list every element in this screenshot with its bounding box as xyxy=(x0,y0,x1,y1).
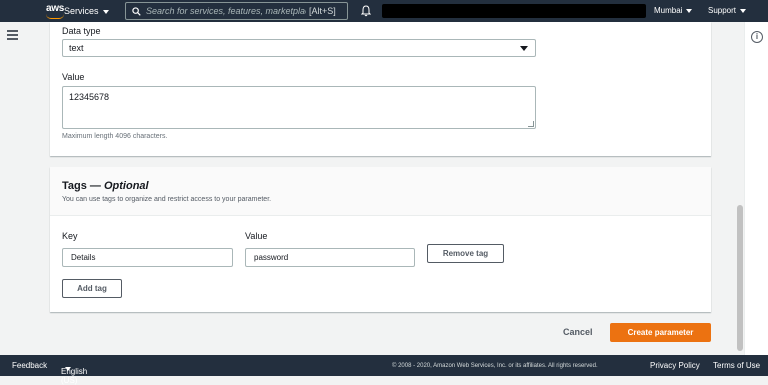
footer-bar: Feedback English (US) © 2008 - 2020, Ama… xyxy=(0,355,768,385)
data-type-select[interactable]: text xyxy=(62,39,536,57)
tag-value-input[interactable]: password xyxy=(245,248,415,267)
info-icon[interactable]: i xyxy=(751,31,763,43)
tag-value-label: Value xyxy=(245,231,268,241)
caret-down-icon xyxy=(740,8,747,13)
redacted-account-info xyxy=(382,4,646,18)
services-menu-button[interactable]: Services xyxy=(64,6,109,16)
create-parameter-button[interactable]: Create parameter xyxy=(610,323,711,342)
search-shortcut: [Alt+S] xyxy=(309,6,336,16)
tag-value-value: password xyxy=(254,253,289,262)
value-label: Value xyxy=(62,72,85,82)
search-icon xyxy=(132,6,141,16)
caret-down-icon xyxy=(102,9,109,14)
top-navigation-bar: aws Services Search for services, featur… xyxy=(0,0,768,22)
value-text: 12345678 xyxy=(69,92,110,102)
tags-title: Tags — Optional xyxy=(62,180,149,192)
cancel-button[interactable]: Cancel xyxy=(563,327,593,337)
data-type-value: text xyxy=(69,43,84,53)
menu-icon[interactable] xyxy=(7,30,18,40)
resize-handle-icon[interactable] xyxy=(528,121,534,127)
aws-logo-text: aws xyxy=(46,3,65,14)
value-hint: Maximum length 4096 characters. xyxy=(62,133,168,140)
caret-down-icon xyxy=(520,46,528,51)
caret-down-icon xyxy=(65,367,71,371)
tags-description: You can use tags to organize and restric… xyxy=(62,196,272,203)
aws-logo-smile xyxy=(46,14,64,19)
support-menu[interactable]: Support xyxy=(708,6,747,15)
tags-panel-header xyxy=(50,167,711,216)
copyright-text: © 2008 - 2020, Amazon Web Services, Inc.… xyxy=(392,363,598,369)
search-input[interactable]: Search for services, features, marketpla… xyxy=(125,2,348,20)
scrollbar-thumb[interactable] xyxy=(737,205,743,351)
data-type-label: Data type xyxy=(62,26,101,36)
tag-key-label: Key xyxy=(62,231,78,241)
region-selector[interactable]: Mumbai xyxy=(654,6,693,15)
feedback-link[interactable]: Feedback xyxy=(12,361,47,370)
privacy-policy-link[interactable]: Privacy Policy xyxy=(650,361,700,370)
value-textarea[interactable]: 12345678 xyxy=(62,86,536,129)
region-label: Mumbai xyxy=(654,6,683,15)
right-help-rail xyxy=(744,22,768,355)
aws-logo[interactable]: aws xyxy=(22,2,64,20)
tags-title-optional: Optional xyxy=(103,180,149,192)
tag-key-input[interactable]: Details xyxy=(62,248,233,267)
tag-key-value: Details xyxy=(71,253,96,262)
services-label: Services xyxy=(64,6,99,16)
caret-down-icon xyxy=(686,8,693,13)
tags-title-text: Tags — xyxy=(62,180,101,192)
add-tag-button[interactable]: Add tag xyxy=(62,279,122,298)
search-placeholder: Search for services, features, marketpla… xyxy=(146,6,306,16)
remove-tag-button[interactable]: Remove tag xyxy=(427,244,504,263)
support-label: Support xyxy=(708,6,737,15)
terms-of-use-link[interactable]: Terms of Use xyxy=(713,361,760,370)
bell-icon[interactable] xyxy=(361,5,371,17)
